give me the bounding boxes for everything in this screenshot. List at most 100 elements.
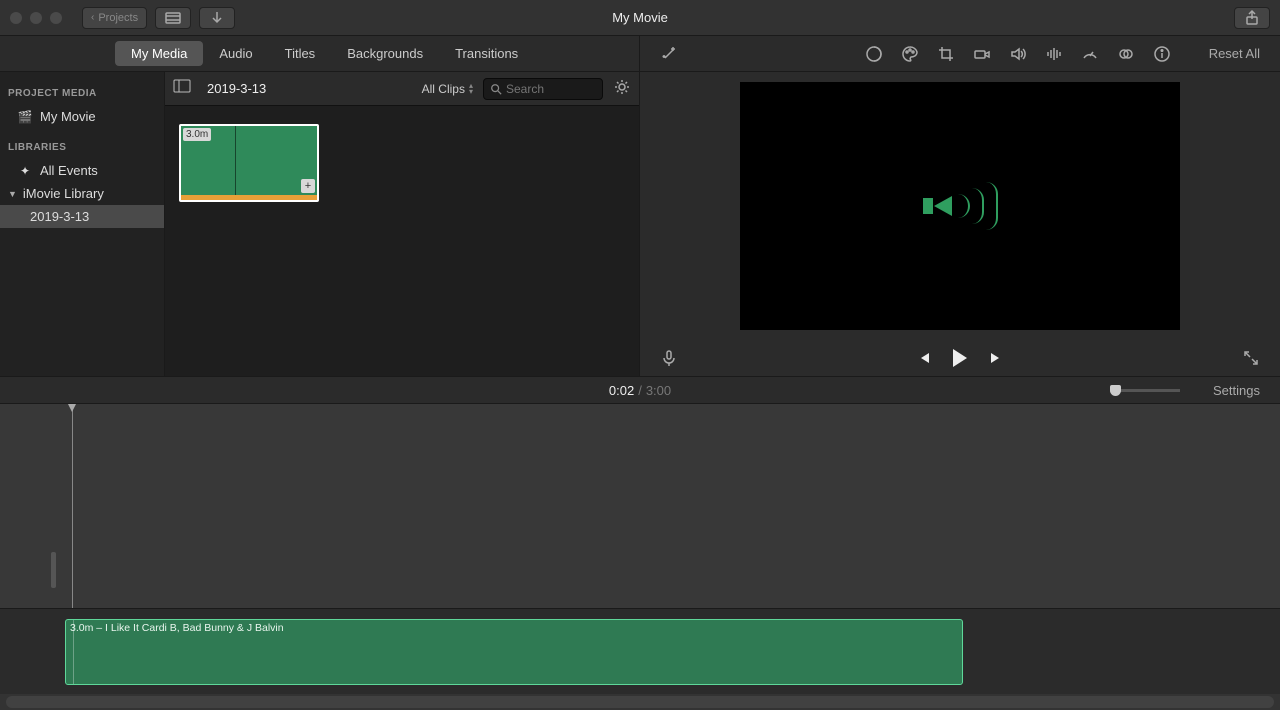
current-time: 0:02	[609, 383, 634, 398]
timecode-bar: 0:02 / 3:00 Settings	[0, 376, 1280, 404]
play-button[interactable]	[953, 349, 967, 367]
clip-thumbnail[interactable]: 3.0m +	[179, 124, 319, 202]
sidebar-item-label: 2019-3-13	[30, 209, 89, 224]
total-time: 3:00	[646, 383, 671, 398]
clip-waveform	[181, 195, 317, 200]
tab-backgrounds[interactable]: Backgrounds	[331, 41, 439, 66]
zoom-slider[interactable]	[1110, 389, 1180, 392]
sidebar-item-event[interactable]: 2019-3-13	[0, 205, 164, 228]
minimize-window-button[interactable]	[30, 12, 42, 24]
timeline-drag-handle[interactable]	[51, 552, 56, 588]
palette-icon	[901, 45, 919, 63]
volume-button[interactable]	[1009, 45, 1027, 63]
enhance-button[interactable]	[660, 45, 678, 63]
clips-filter-dropdown[interactable]: All Clips ▴▾	[422, 82, 473, 96]
previous-button[interactable]	[917, 351, 931, 365]
noise-reduction-button[interactable]	[1045, 45, 1063, 63]
sidebar-item-imovie-library[interactable]: ▼ iMovie Library	[0, 182, 164, 205]
projects-button[interactable]: ‹ Projects	[82, 7, 147, 29]
projects-label: Projects	[98, 12, 138, 24]
camera-icon	[973, 45, 991, 63]
import-media-button[interactable]	[155, 7, 191, 29]
download-icon	[208, 9, 226, 27]
magic-wand-icon	[660, 45, 678, 63]
time-separator: /	[638, 383, 642, 398]
share-icon	[1243, 9, 1261, 27]
next-button[interactable]	[989, 351, 1003, 365]
star-icon: ✦	[18, 164, 32, 178]
info-button[interactable]	[1153, 45, 1171, 63]
zoom-thumb[interactable]	[1110, 385, 1121, 396]
search-icon	[490, 83, 502, 95]
zoom-window-button[interactable]	[50, 12, 62, 24]
media-tabs: My Media Audio Titles Backgrounds Transi…	[0, 36, 639, 72]
clip-browser: 2019-3-13 All Clips ▴▾	[165, 72, 639, 376]
clip-filter-button[interactable]	[1117, 45, 1135, 63]
audio-placeholder-icon	[923, 182, 998, 230]
plus-icon: +	[305, 180, 311, 192]
sidebar-item-label: iMovie Library	[23, 186, 104, 201]
overlap-circles-icon	[1117, 45, 1135, 63]
speedometer-icon	[1081, 45, 1099, 63]
sidebar-toggle-icon	[173, 79, 191, 93]
sidebar-heading-libraries: LIBRARIES	[0, 136, 164, 159]
timeline-settings-button[interactable]: Settings	[1213, 383, 1260, 398]
color-correction-button[interactable]	[901, 45, 919, 63]
chevron-left-icon: ‹	[91, 12, 94, 23]
window-controls	[10, 12, 62, 24]
sidebar-item-all-events[interactable]: ✦ All Events	[0, 159, 164, 182]
disclosure-triangle-icon[interactable]: ▼	[8, 189, 17, 199]
browser-event-name: 2019-3-13	[207, 81, 266, 96]
window-title: My Movie	[612, 10, 668, 25]
timecode-display: 0:02 / 3:00	[609, 383, 671, 398]
tab-audio[interactable]: Audio	[203, 41, 268, 66]
tab-my-media[interactable]: My Media	[115, 41, 203, 66]
reset-all-button[interactable]: Reset All	[1209, 46, 1260, 61]
audio-clip-label: 3.0m – I Like It Cardi B, Bad Bunny & J …	[70, 622, 284, 634]
crop-button[interactable]	[937, 45, 955, 63]
timeline-audio-track[interactable]: 3.0m – I Like It Cardi B, Bad Bunny & J …	[0, 608, 1280, 694]
share-button[interactable]	[1234, 7, 1270, 29]
add-clip-button[interactable]: +	[301, 179, 315, 193]
sidebar-heading-project-media: PROJECT MEDIA	[0, 82, 164, 105]
tab-transitions[interactable]: Transitions	[439, 41, 534, 66]
speed-button[interactable]	[1081, 45, 1099, 63]
crop-icon	[937, 45, 955, 63]
audio-clip-playhead	[73, 620, 74, 684]
search-field[interactable]	[483, 78, 603, 100]
tab-titles[interactable]: Titles	[269, 41, 332, 66]
zoom-track	[1110, 389, 1180, 392]
timeline[interactable]: 3.0m – I Like It Cardi B, Bad Bunny & J …	[0, 404, 1280, 710]
volume-icon	[1009, 45, 1027, 63]
viewer-canvas[interactable]	[740, 82, 1180, 330]
info-icon	[1153, 45, 1171, 63]
browser-header: 2019-3-13 All Clips ▴▾	[165, 72, 639, 106]
audio-clip[interactable]: 3.0m – I Like It Cardi B, Bad Bunny & J …	[65, 619, 963, 685]
clip-grid: 3.0m +	[165, 106, 639, 220]
adjustments-toolbar: Reset All	[640, 36, 1280, 72]
list-view-toggle[interactable]	[173, 79, 191, 98]
viewer-panel: Reset All	[640, 36, 1280, 376]
equalizer-icon	[1045, 45, 1063, 63]
clip-duration-badge: 3.0m	[183, 128, 211, 141]
browser-settings-button[interactable]	[613, 78, 631, 100]
library-sidebar: PROJECT MEDIA 🎬 My Movie LIBRARIES ✦ All…	[0, 72, 165, 376]
skip-back-icon	[917, 351, 931, 365]
sidebar-item-label: My Movie	[40, 109, 96, 124]
color-balance-button[interactable]	[865, 45, 883, 63]
updown-icon: ▴▾	[469, 83, 473, 95]
clapperboard-icon: 🎬	[18, 110, 32, 124]
sidebar-item-my-movie[interactable]: 🎬 My Movie	[0, 105, 164, 128]
download-button[interactable]	[199, 7, 235, 29]
search-input[interactable]	[506, 82, 586, 96]
sidebar-item-label: All Events	[40, 163, 98, 178]
timeline-scrollbar[interactable]	[6, 696, 1274, 708]
media-browser-panel: My Media Audio Titles Backgrounds Transi…	[0, 36, 640, 376]
close-window-button[interactable]	[10, 12, 22, 24]
timeline-video-track[interactable]	[0, 404, 1280, 608]
viewer	[640, 72, 1280, 340]
skip-forward-icon	[989, 351, 1003, 365]
playback-controls	[640, 340, 1280, 376]
stabilization-button[interactable]	[973, 45, 991, 63]
playhead[interactable]	[72, 404, 73, 608]
